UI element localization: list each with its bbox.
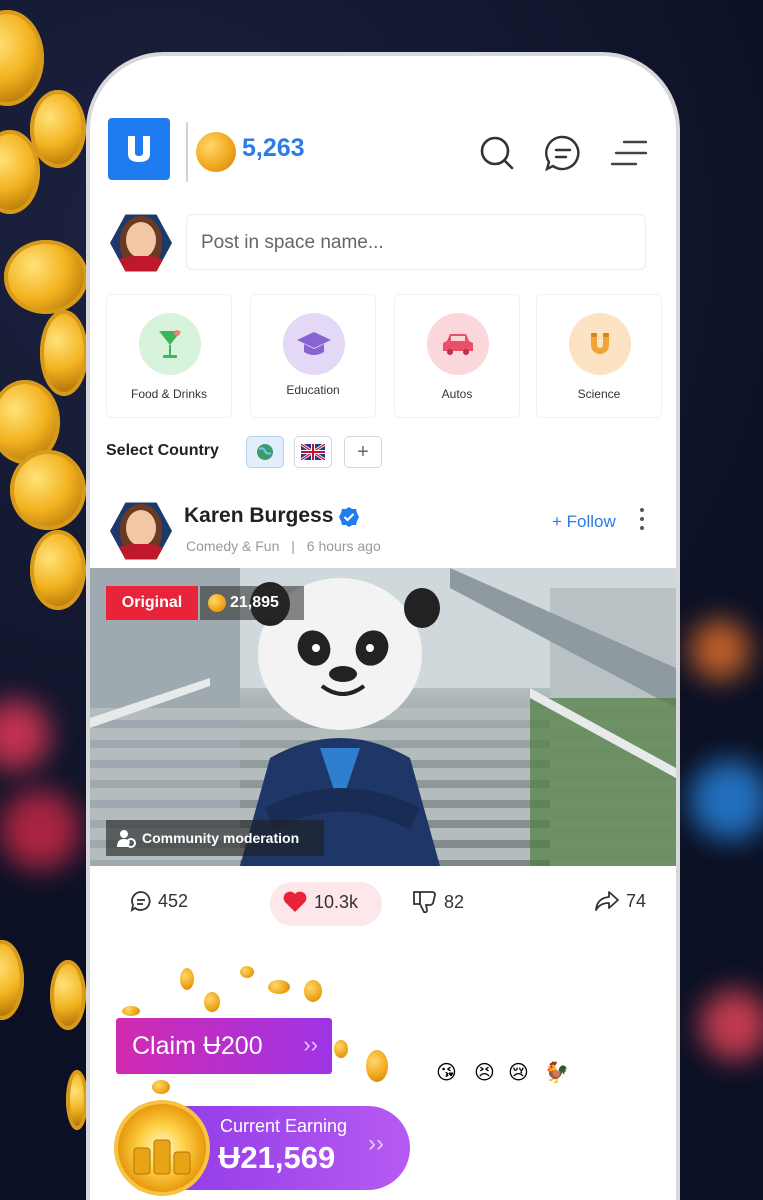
category-label: Science (577, 387, 621, 401)
search-icon (480, 136, 514, 170)
coin-decoration (180, 968, 194, 990)
app-logo[interactable] (108, 118, 170, 180)
crying-emoji-icon[interactable]: 😢 (508, 1060, 529, 1085)
coin-decoration (152, 1080, 170, 1094)
category-education[interactable]: Education (250, 294, 376, 418)
bokeh-light (690, 620, 750, 680)
bokeh-light (0, 790, 80, 870)
thumbs-down-icon (413, 891, 436, 914)
select-country-label: Select Country (106, 442, 219, 459)
post-coins-badge: 21,895 (200, 586, 304, 620)
post-category[interactable]: Comedy & Fun (186, 538, 279, 554)
share-count: 74 (626, 890, 647, 911)
coin-decoration (0, 940, 24, 1020)
magnet-icon (569, 313, 631, 375)
coin-icon (196, 132, 236, 172)
community-moderation-badge[interactable]: Community moderation (106, 820, 324, 856)
coin-decoration (268, 980, 290, 994)
coin-decoration (366, 1050, 388, 1082)
uk-flag-icon (301, 444, 325, 460)
post-image[interactable]: Original 21,895 Community moderation (90, 568, 676, 866)
moderation-user-icon (117, 830, 136, 848)
category-label: Food & Drinks (130, 387, 208, 401)
coin-decoration (4, 240, 88, 314)
more-options-icon[interactable] (638, 508, 646, 534)
category-food-drinks[interactable]: Food & Drinks (106, 294, 232, 418)
cocktail-icon (139, 313, 201, 375)
category-label: Education (286, 383, 340, 397)
add-country-button[interactable]: + (344, 436, 382, 468)
coin-decoration (240, 966, 254, 978)
verified-badge-icon (339, 507, 359, 527)
coin-balance[interactable]: 5,263 (242, 134, 305, 163)
country-globe-chip[interactable] (246, 436, 284, 468)
like-stat[interactable]: 10.3k (282, 890, 358, 914)
coin-decoration (334, 1040, 348, 1058)
heart-icon (283, 891, 307, 912)
post-time: 6 hours ago (306, 538, 381, 554)
earning-label: Current Earning (220, 1116, 348, 1136)
sad-emoji-icon[interactable]: 😣 (474, 1060, 495, 1085)
coin-decoration (204, 992, 220, 1012)
meta-separator: | (291, 538, 295, 554)
coin-decoration (0, 10, 44, 106)
double-chevron-icon: ›› (303, 1032, 318, 1057)
like-count: 10.3k (314, 891, 359, 912)
coin-decoration (30, 90, 86, 168)
share-icon (595, 891, 619, 911)
coin-decoration (122, 1006, 140, 1016)
coin-decoration (10, 450, 86, 530)
coin-decoration (66, 1070, 88, 1130)
car-icon (427, 313, 489, 375)
rooster-emoji-icon[interactable]: 🐓 (544, 1060, 569, 1085)
app-screen: 5,263 Post in space name... Food & Drink… (90, 56, 676, 1200)
category-science[interactable]: Science (536, 294, 662, 418)
author-avatar[interactable] (110, 502, 172, 560)
claim-button[interactable]: Claim Ʉ200 ›› (116, 1018, 332, 1074)
graduation-cap-icon (283, 313, 345, 375)
header-divider (186, 122, 188, 182)
coin-decoration (50, 960, 86, 1030)
hamburger-menu-icon (610, 140, 648, 166)
globe-icon (257, 444, 273, 460)
coin-decoration (30, 530, 86, 610)
category-label: Autos (441, 387, 473, 401)
coin-stack-icon (114, 1100, 210, 1196)
bokeh-light (700, 990, 763, 1060)
logo-mark-icon (128, 136, 150, 162)
phone-frame: 5,263 Post in space name... Food & Drink… (86, 52, 680, 1200)
moderation-label: Community moderation (142, 830, 300, 846)
follow-button[interactable]: + Follow (552, 512, 616, 532)
messages-button[interactable] (544, 134, 582, 172)
post-coins-value: 21,895 (230, 594, 279, 611)
claim-label: Claim Ʉ200 (132, 1031, 263, 1060)
coin-decoration (40, 310, 88, 396)
wink-kiss-emoji-icon[interactable]: 😘 (436, 1060, 457, 1085)
share-button[interactable]: 74 (594, 890, 646, 912)
menu-button[interactable] (610, 134, 648, 172)
category-autos[interactable]: Autos (394, 294, 520, 418)
search-button[interactable] (478, 134, 516, 172)
post-meta: Comedy & Fun | 6 hours ago (186, 538, 381, 554)
bokeh-light (690, 760, 763, 840)
coin-decoration (304, 980, 322, 1002)
dislike-count: 82 (444, 891, 465, 912)
double-chevron-icon: ›› (368, 1130, 384, 1157)
comment-count: 452 (158, 890, 189, 911)
earning-value: Ʉ21,569 (218, 1140, 336, 1175)
comments-button[interactable]: 452 (130, 890, 188, 912)
post-input[interactable]: Post in space name... (186, 214, 646, 270)
user-avatar[interactable] (110, 214, 172, 272)
comment-icon (130, 891, 151, 912)
chat-icon (545, 135, 580, 172)
dislike-button[interactable]: 82 (412, 890, 464, 914)
country-uk-chip[interactable] (294, 436, 332, 468)
bokeh-light (0, 700, 50, 770)
original-badge: Original (106, 586, 198, 620)
author-name[interactable]: Karen Burgess (184, 504, 333, 528)
coin-icon (208, 594, 226, 612)
